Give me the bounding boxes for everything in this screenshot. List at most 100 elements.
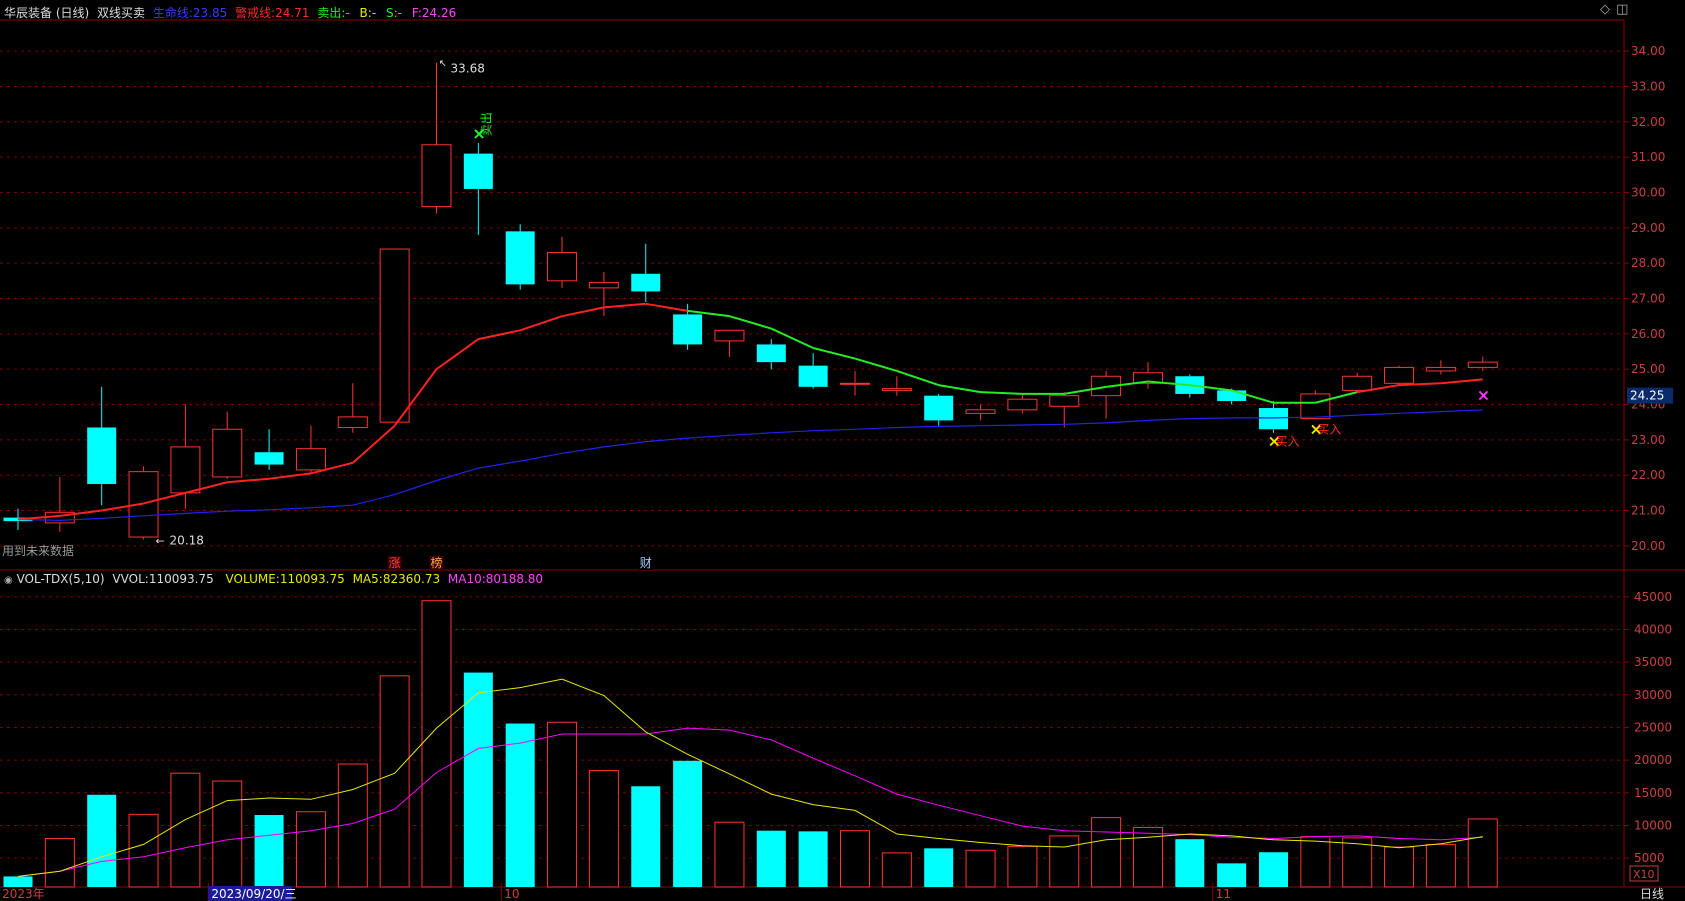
f-value: 24.26 bbox=[421, 6, 457, 20]
volume-bar bbox=[965, 849, 996, 888]
price-tick-label: 34.00 bbox=[1631, 44, 1665, 58]
volume-tick-label: 5000 bbox=[1634, 851, 1665, 865]
candle-body bbox=[673, 314, 703, 345]
candle-body bbox=[254, 452, 284, 465]
candle-body bbox=[1384, 366, 1415, 384]
price-tick-label: 32.00 bbox=[1631, 115, 1665, 129]
volume-bar bbox=[87, 794, 117, 887]
chart-background bbox=[0, 0, 1685, 901]
price-tick-label: 29.00 bbox=[1631, 221, 1665, 235]
ma10-label: MA10: bbox=[447, 572, 486, 586]
volume-tick-label: 15000 bbox=[1634, 786, 1672, 800]
volume-tick-label: 35000 bbox=[1634, 655, 1672, 669]
volume-bar bbox=[254, 815, 284, 887]
period-label: 日线 bbox=[1640, 887, 1664, 901]
collapse-icon[interactable]: ◉ bbox=[4, 575, 13, 586]
price-tick-label: 20.00 bbox=[1631, 539, 1665, 553]
volume-bar bbox=[924, 848, 954, 887]
candle-body bbox=[421, 144, 452, 208]
stock-title[interactable]: 华辰装备 (日线) bbox=[4, 6, 89, 20]
warn-line-value: 24.71 bbox=[275, 6, 310, 20]
candle-body bbox=[1259, 408, 1288, 430]
sell-value: - bbox=[345, 6, 350, 20]
volume-tick-label: 45000 bbox=[1634, 590, 1672, 604]
candle-body bbox=[840, 382, 870, 385]
candle-body bbox=[379, 248, 410, 423]
volume-multiplier-label: X10 bbox=[1633, 868, 1655, 881]
volume-bar bbox=[1091, 817, 1122, 888]
volume-bar bbox=[798, 831, 828, 887]
vol-indicator-name[interactable]: VOL-TDX(5,10) bbox=[17, 572, 105, 586]
indicator-name[interactable]: 双线买卖 bbox=[97, 6, 145, 20]
volume-bar bbox=[128, 813, 159, 888]
life-line-value: 23.85 bbox=[192, 6, 228, 20]
current-price-label: 24.25 bbox=[1630, 389, 1664, 403]
high-price-label: 33.68 bbox=[451, 61, 485, 75]
price-header: 华辰装备 (日线) 双线买卖 生命线:23.85 警戒线:24.71 卖出:- … bbox=[4, 4, 456, 21]
volume-bar bbox=[1175, 839, 1205, 887]
low-price-label: 20.18 bbox=[170, 534, 204, 548]
volume-label: VOLUME: bbox=[225, 572, 280, 586]
volume-tick-label: 30000 bbox=[1634, 688, 1672, 702]
candle-body bbox=[631, 273, 661, 292]
candle-body bbox=[1342, 375, 1373, 391]
high-arrow-icon: ↖ bbox=[439, 58, 447, 69]
candle-body bbox=[463, 153, 493, 189]
candle-body bbox=[924, 395, 954, 421]
volume-bar bbox=[714, 821, 745, 888]
volume-bar bbox=[673, 760, 703, 887]
stock-chart[interactable]: 20.0021.0022.0023.0024.0025.0026.0027.00… bbox=[0, 0, 1685, 901]
price-tick-label: 21.00 bbox=[1631, 504, 1665, 518]
date-label: 2023年 bbox=[2, 887, 45, 901]
candle-body bbox=[965, 409, 996, 414]
candle-body bbox=[1425, 366, 1456, 372]
price-tick-label: 22.00 bbox=[1631, 468, 1665, 482]
candle-body bbox=[881, 388, 912, 391]
candle-body bbox=[798, 365, 828, 387]
candle-body bbox=[547, 252, 578, 282]
date-label: 11 bbox=[1216, 887, 1231, 901]
price-tick-label: 23.00 bbox=[1631, 433, 1665, 447]
candle-body bbox=[1300, 393, 1331, 420]
volume-value: 110093.75 bbox=[279, 572, 345, 586]
candle-body bbox=[1217, 390, 1247, 401]
volume-bar bbox=[1300, 836, 1331, 888]
date-label: 2023/09/20/三 bbox=[211, 887, 296, 901]
volume-tick-label: 10000 bbox=[1634, 818, 1672, 832]
volume-bar bbox=[463, 672, 493, 887]
volume-bar bbox=[1259, 852, 1288, 887]
s-label: S: bbox=[386, 6, 398, 20]
volume-bar bbox=[421, 600, 452, 888]
event-marker-label: 财 bbox=[640, 556, 652, 570]
sell-label: 卖出: bbox=[317, 6, 346, 20]
volume-bar bbox=[1217, 863, 1247, 887]
window-controls: ◇ ◫ bbox=[1600, 2, 1628, 17]
panel-toggle-icon[interactable]: ◫ bbox=[1616, 2, 1628, 17]
volume-tick-label: 40000 bbox=[1634, 622, 1672, 636]
volume-bar bbox=[1425, 843, 1456, 888]
candle-body bbox=[588, 282, 619, 289]
volume-bar bbox=[505, 723, 535, 887]
volume-bar bbox=[1467, 818, 1498, 888]
date-label: 10 bbox=[504, 887, 519, 901]
vvol-label: VVOL: bbox=[112, 572, 149, 586]
volume-bar bbox=[840, 830, 870, 888]
volume-bar bbox=[170, 772, 201, 888]
candle-body bbox=[505, 231, 535, 285]
b-value: - bbox=[371, 6, 377, 20]
volume-bar bbox=[756, 830, 786, 887]
ma10-value: 80188.80 bbox=[485, 572, 544, 586]
candle-body bbox=[212, 428, 243, 478]
candle-body bbox=[756, 344, 786, 363]
volume-tick-label: 25000 bbox=[1634, 720, 1672, 734]
price-tick-label: 28.00 bbox=[1631, 256, 1665, 270]
warn-line-label: 警戒线: bbox=[235, 6, 276, 20]
event-marker-label: 涨 bbox=[389, 555, 401, 570]
candle-body bbox=[714, 329, 745, 342]
event-marker-label: 榜 bbox=[431, 555, 443, 570]
volume-tick-label: 20000 bbox=[1634, 753, 1672, 767]
volume-bar bbox=[881, 852, 912, 888]
price-tick-label: 26.00 bbox=[1631, 327, 1665, 341]
price-tick-label: 33.00 bbox=[1631, 79, 1665, 93]
diamond-icon[interactable]: ◇ bbox=[1600, 2, 1610, 17]
